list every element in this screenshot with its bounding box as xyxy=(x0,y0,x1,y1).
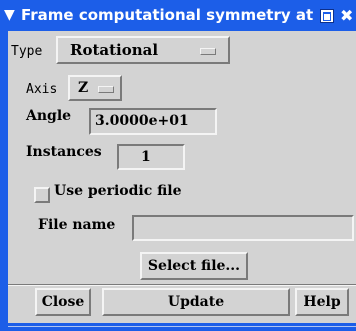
help-button[interactable]: Help xyxy=(295,288,349,316)
select-file-button[interactable]: Select file... xyxy=(140,252,248,280)
update-button[interactable]: Update xyxy=(102,288,290,316)
update-button-label: Update xyxy=(167,294,225,310)
axis-option-menu[interactable]: Z xyxy=(68,75,122,101)
window-title: Frame computational symmetry at xyxy=(21,6,313,24)
separator xyxy=(8,284,356,286)
close-button-label: Close xyxy=(41,294,85,310)
periodic-file-label: Use periodic file xyxy=(54,183,182,199)
close-button[interactable]: Close xyxy=(35,288,91,316)
axis-label: Axis xyxy=(26,82,58,97)
angle-label: Angle xyxy=(26,108,72,124)
window-border-left xyxy=(0,31,8,323)
file-name-label: File name xyxy=(38,217,116,233)
angle-value: 3.0000e+01 xyxy=(95,113,189,129)
type-option-menu[interactable]: Rotational xyxy=(56,36,230,64)
axis-value: Z xyxy=(78,80,89,96)
window-border-bottom xyxy=(0,323,356,331)
option-menu-indicator-icon xyxy=(200,48,216,55)
option-menu-indicator-icon xyxy=(98,86,114,93)
chevron-down-icon[interactable]: ▼ xyxy=(4,0,15,31)
instances-input[interactable]: 1 xyxy=(117,144,185,170)
maximize-icon[interactable] xyxy=(320,9,334,23)
instances-label: Instances xyxy=(26,144,102,160)
type-label: Type xyxy=(11,44,43,59)
select-file-label: Select file... xyxy=(147,258,241,274)
angle-input[interactable]: 3.0000e+01 xyxy=(89,108,217,135)
dialog-window: ▼ Frame computational symmetry at ✖ Type… xyxy=(0,0,356,331)
dialog-body: Type Rotational Axis Z Angle 3.0000e+01 … xyxy=(8,31,356,323)
title-bar[interactable]: ▼ Frame computational symmetry at ✖ xyxy=(0,0,356,31)
type-value: Rotational xyxy=(70,41,159,59)
instances-value: 1 xyxy=(141,149,151,165)
periodic-file-checkbox[interactable] xyxy=(34,187,50,203)
close-icon[interactable]: ✖ xyxy=(340,0,356,25)
file-name-input[interactable] xyxy=(132,215,354,241)
help-button-label: Help xyxy=(303,294,341,310)
